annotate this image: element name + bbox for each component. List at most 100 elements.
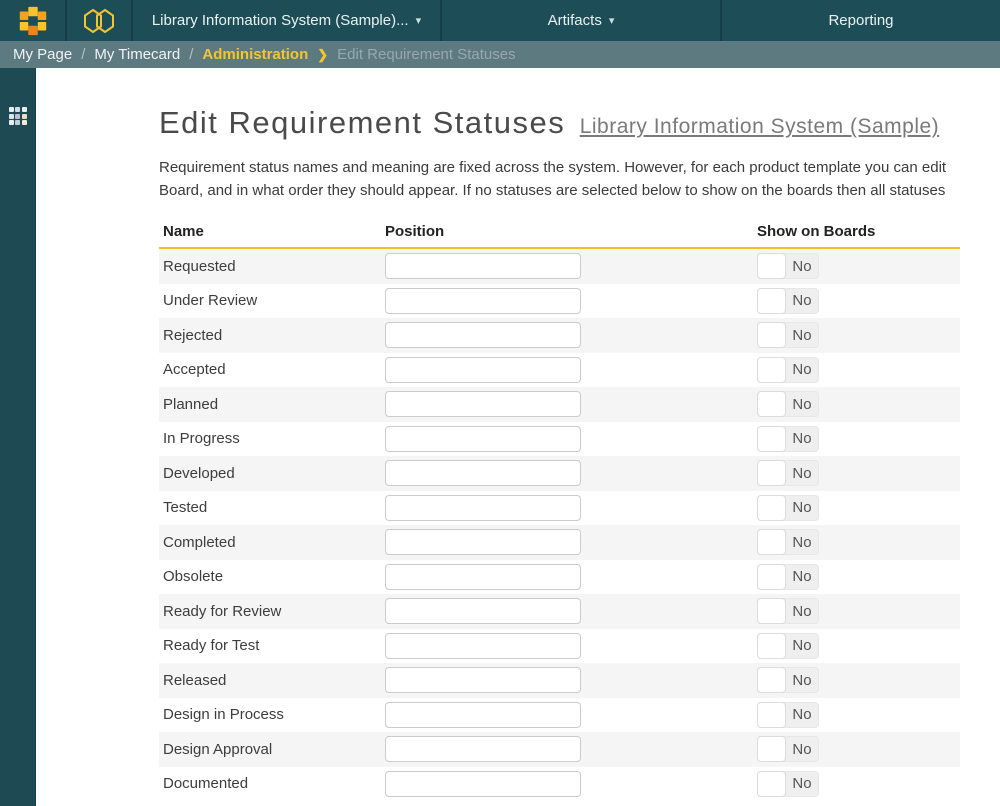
status-name: Developed [159, 465, 385, 482]
position-input[interactable] [385, 495, 581, 521]
table-row: Developed No [159, 456, 960, 491]
table-row: Completed No [159, 525, 960, 560]
show-on-boards-toggle[interactable]: No [757, 426, 819, 452]
reporting-menu-label: Reporting [828, 12, 893, 29]
show-on-boards-toggle[interactable]: No [757, 495, 819, 521]
breadcrumb-separator: / [81, 46, 85, 63]
toggle-label: No [786, 461, 818, 485]
caret-down-icon: ▾ [416, 14, 422, 27]
toggle-label: No [786, 427, 818, 451]
show-on-boards-toggle[interactable]: No [757, 391, 819, 417]
breadcrumb-my-timecard[interactable]: My Timecard [94, 46, 180, 63]
table-row: Design in Process No [159, 698, 960, 733]
toggle-label: No [786, 392, 818, 416]
show-on-boards-toggle[interactable]: No [757, 633, 819, 659]
status-name: In Progress [159, 430, 385, 447]
show-on-boards-toggle[interactable]: No [757, 529, 819, 555]
toggle-knob [757, 564, 786, 590]
toggle-knob [757, 633, 786, 659]
header-position: Position [385, 223, 757, 240]
position-input[interactable] [385, 460, 581, 486]
toggle-knob [757, 495, 786, 521]
grid-menu-icon[interactable] [9, 107, 27, 125]
position-input[interactable] [385, 667, 581, 693]
status-table-header: Name Position Show on Boards [159, 223, 960, 249]
artifacts-menu-dropdown[interactable]: Artifacts ▾ [440, 0, 720, 41]
position-input[interactable] [385, 529, 581, 555]
table-row: Released No [159, 663, 960, 698]
toggle-knob [757, 460, 786, 486]
show-on-boards-toggle[interactable]: No [757, 460, 819, 486]
status-name: Released [159, 672, 385, 689]
status-name: Design Approval [159, 741, 385, 758]
toggle-label: No [786, 254, 818, 278]
main-content: Edit Requirement Statuses Library Inform… [36, 68, 1000, 806]
show-on-boards-toggle[interactable]: No [757, 736, 819, 762]
position-input[interactable] [385, 253, 581, 279]
product-title-link[interactable]: Library Information System (Sample) [580, 115, 939, 138]
table-row: Under Review No [159, 284, 960, 319]
toggle-label: No [786, 323, 818, 347]
toggle-label: No [786, 289, 818, 313]
breadcrumb-administration[interactable]: Administration [202, 46, 308, 63]
position-input[interactable] [385, 564, 581, 590]
hexagons-icon [80, 7, 118, 35]
status-table-body: Requested No Under Review No Rejected [159, 249, 960, 801]
inflectra-logo-button[interactable] [0, 0, 65, 41]
status-name: Ready for Review [159, 603, 385, 620]
table-row: Ready for Review No [159, 594, 960, 629]
status-name: Documented [159, 775, 385, 792]
position-input[interactable] [385, 598, 581, 624]
show-on-boards-toggle[interactable]: No [757, 667, 819, 693]
page-description: Requirement status names and meaning are… [159, 156, 1000, 202]
position-input[interactable] [385, 736, 581, 762]
toggle-label: No [786, 737, 818, 761]
toggle-knob [757, 598, 786, 624]
top-navbar: Library Information System (Sample)... ▾… [0, 0, 1000, 41]
workspace-hexagons-button[interactable] [65, 0, 131, 41]
position-input[interactable] [385, 633, 581, 659]
position-input[interactable] [385, 426, 581, 452]
product-menu-label: Library Information System (Sample)... [152, 12, 409, 29]
status-name: Design in Process [159, 706, 385, 723]
position-input[interactable] [385, 357, 581, 383]
position-input[interactable] [385, 702, 581, 728]
show-on-boards-toggle[interactable]: No [757, 357, 819, 383]
toggle-knob [757, 667, 786, 693]
show-on-boards-toggle[interactable]: No [757, 288, 819, 314]
breadcrumb: My Page / My Timecard / Administration ❯… [0, 41, 1000, 68]
breadcrumb-current-page: Edit Requirement Statuses [337, 46, 515, 63]
position-input[interactable] [385, 391, 581, 417]
show-on-boards-toggle[interactable]: No [757, 598, 819, 624]
status-name: Planned [159, 396, 385, 413]
product-menu-dropdown[interactable]: Library Information System (Sample)... ▾ [131, 0, 440, 41]
table-row: Planned No [159, 387, 960, 422]
caret-down-icon: ▾ [609, 14, 615, 27]
show-on-boards-toggle[interactable]: No [757, 702, 819, 728]
position-input[interactable] [385, 771, 581, 797]
position-input[interactable] [385, 288, 581, 314]
show-on-boards-toggle[interactable]: No [757, 253, 819, 279]
artifacts-menu-label: Artifacts [548, 12, 602, 29]
toggle-knob [757, 391, 786, 417]
status-name: Completed [159, 534, 385, 551]
table-row: Accepted No [159, 353, 960, 388]
toggle-knob [757, 253, 786, 279]
chevron-right-icon: ❯ [317, 47, 328, 63]
toggle-label: No [786, 565, 818, 589]
position-input[interactable] [385, 322, 581, 348]
toggle-knob [757, 736, 786, 762]
table-row: Rejected No [159, 318, 960, 353]
toggle-label: No [786, 496, 818, 520]
status-name: Ready for Test [159, 637, 385, 654]
show-on-boards-toggle[interactable]: No [757, 322, 819, 348]
status-name: Requested [159, 258, 385, 275]
reporting-menu-item[interactable]: Reporting [720, 0, 1000, 41]
status-name: Accepted [159, 361, 385, 378]
toggle-knob [757, 426, 786, 452]
show-on-boards-toggle[interactable]: No [757, 564, 819, 590]
breadcrumb-my-page[interactable]: My Page [13, 46, 72, 63]
show-on-boards-toggle[interactable]: No [757, 771, 819, 797]
toggle-label: No [786, 599, 818, 623]
table-row: Ready for Test No [159, 629, 960, 664]
